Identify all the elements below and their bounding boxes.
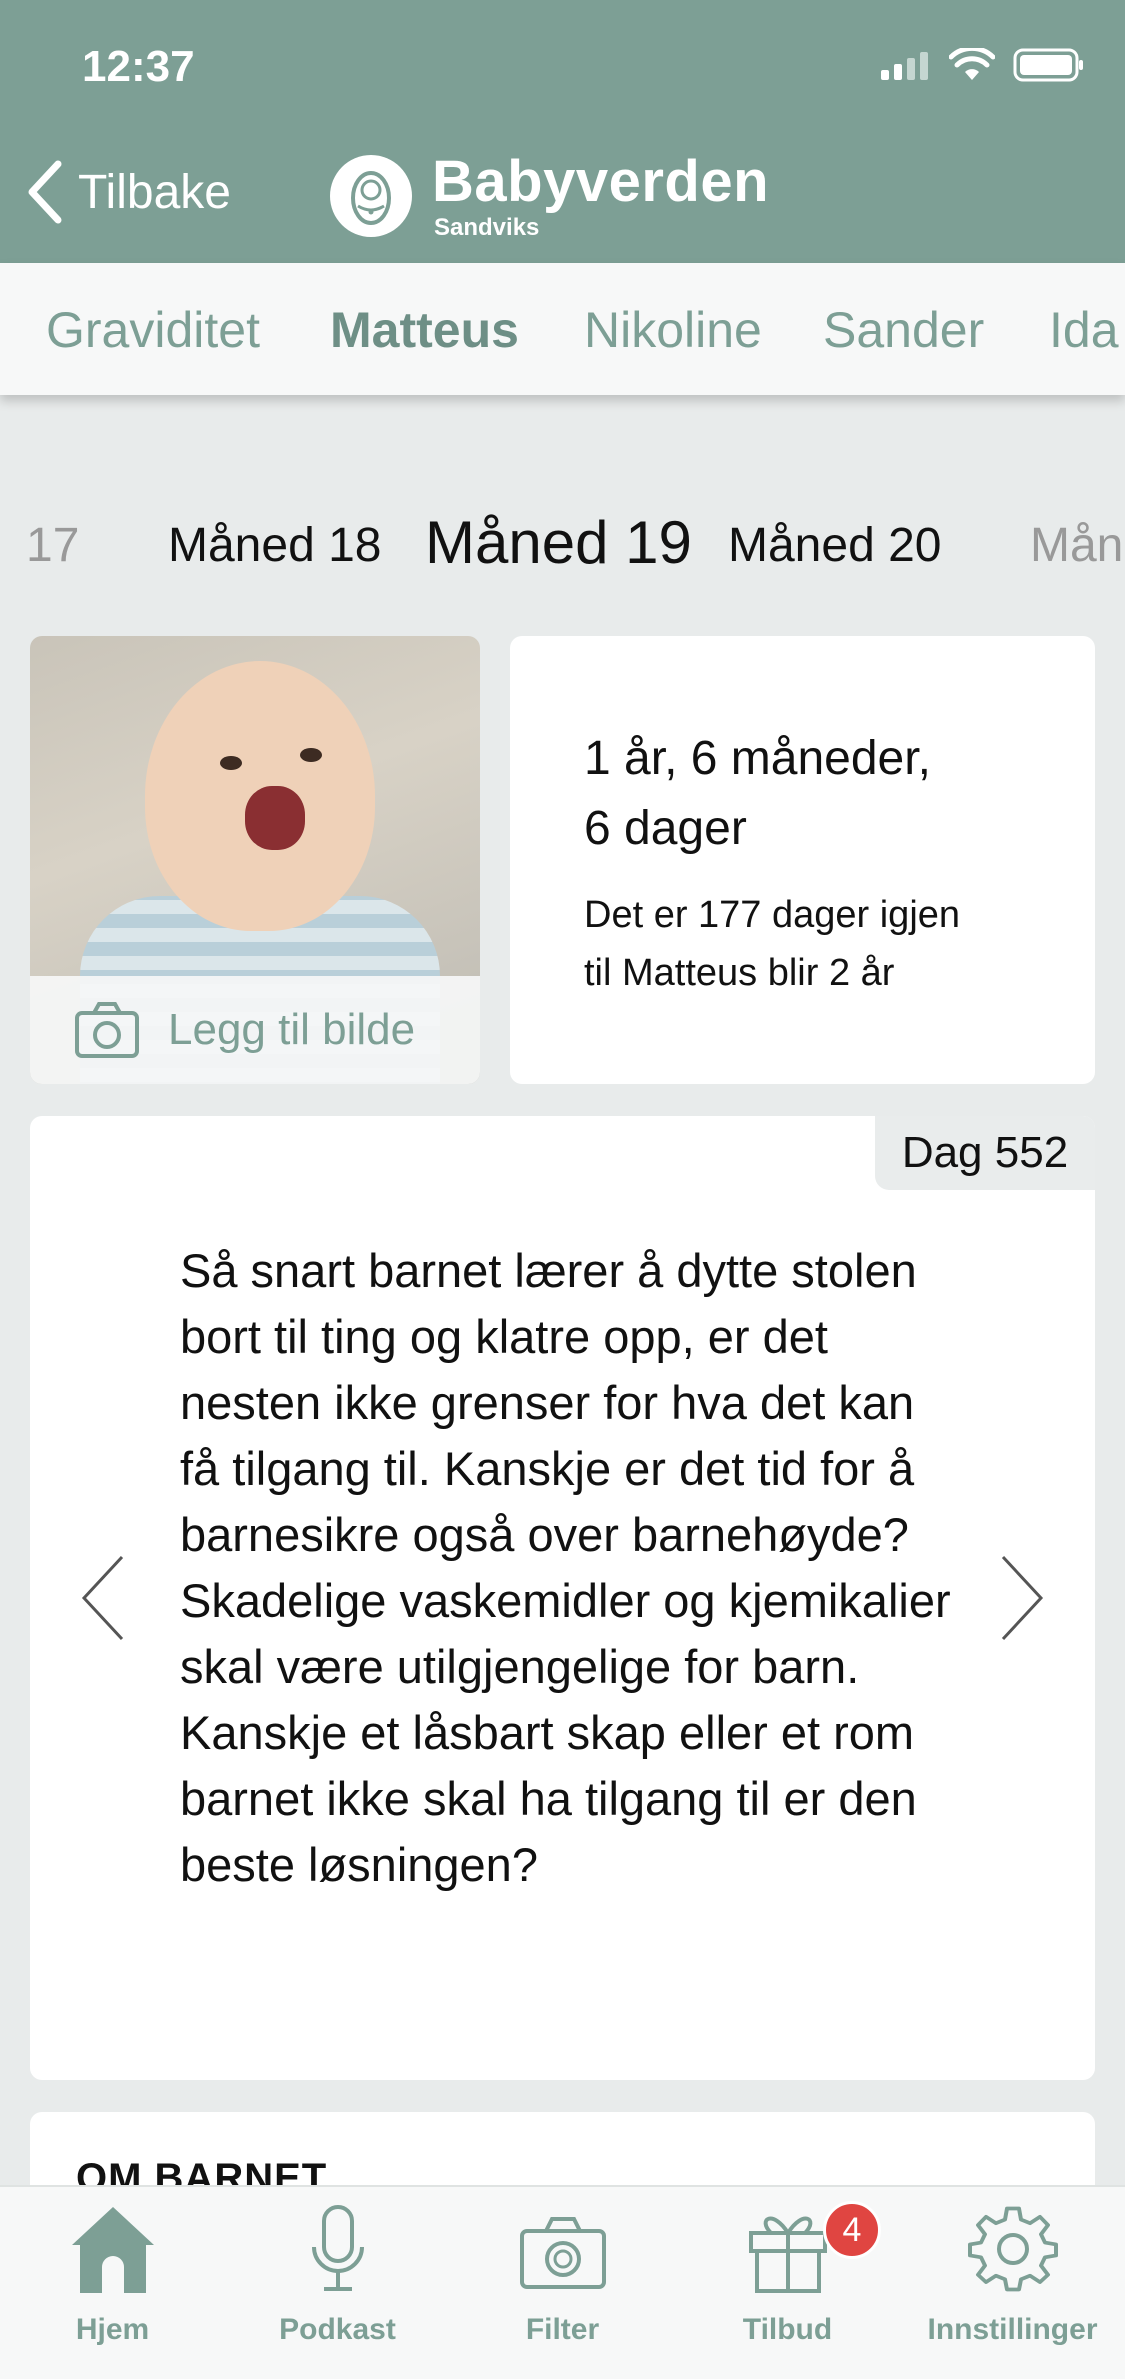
month-18[interactable]: Måned 18 (168, 518, 382, 573)
child-photo-card[interactable]: Legg til bilde (30, 636, 480, 1084)
tab-graviditet[interactable]: Graviditet (46, 301, 260, 359)
chevron-right-icon (1001, 1555, 1044, 1641)
age-line-1: 1 år, 6 måneder, (584, 732, 931, 785)
chevron-left-icon (28, 160, 62, 224)
age-line-2: 6 dager (584, 802, 747, 855)
countdown-line-1: Det er 177 dager igjen (584, 894, 961, 936)
brand-subtitle: Sandviks (434, 214, 540, 241)
tab-ida[interactable]: Ida (1049, 301, 1119, 359)
back-label: Tilbake (78, 165, 231, 219)
child-tabs: Graviditet Matteus Nikoline Sander Ida (0, 263, 1125, 395)
home-icon (71, 2207, 154, 2293)
nav-label: Filter (525, 2313, 600, 2346)
daily-tip-text: Så snart barnet lærer å dytte stolen bor… (180, 1244, 951, 1891)
nav-label: Podkast (279, 2313, 396, 2346)
tab-sander[interactable]: Sander (823, 301, 984, 359)
add-photo-label: Legg til bilde (168, 1005, 416, 1054)
tab-matteus[interactable]: Matteus (330, 301, 519, 359)
birthday-countdown: Det er 177 dager igjen til Matteus blir … (584, 886, 1044, 1002)
month-20[interactable]: Måned 20 (728, 518, 942, 573)
microphone-icon (311, 2205, 364, 2291)
offers-count-badge: 4 (823, 2201, 881, 2259)
age-text: 1 år, 6 måneder, 6 dager (584, 724, 1044, 864)
battery-icon (1013, 48, 1083, 82)
status-icons (879, 48, 1085, 82)
countdown-line-2: til Matteus blir 2 år (584, 952, 895, 994)
babyverden-logo-icon (330, 155, 412, 237)
nav-label: Tilbud (742, 2313, 833, 2346)
wifi-icon (949, 48, 995, 80)
next-day-button[interactable] (999, 1553, 1045, 1648)
month-21[interactable]: Mån (1030, 518, 1123, 573)
nav-label: Hjem (75, 2313, 150, 2346)
nav-filter[interactable]: Filter (450, 2187, 675, 2379)
previous-day-button[interactable] (80, 1553, 126, 1648)
month-17[interactable]: 17 (26, 518, 79, 573)
nav-label: Innstillinger (927, 2313, 1098, 2346)
day-badge: Dag 552 (875, 1116, 1095, 1190)
brand-title: Babyverden (432, 149, 770, 214)
nav-tilbud[interactable]: 4 Tilbud (675, 2187, 900, 2379)
status-time: 12:37 (82, 42, 195, 91)
age-card: 1 år, 6 måneder, 6 dager Det er 177 dage… (510, 636, 1095, 1084)
signal-icon (881, 52, 928, 80)
gift-icon (748, 2216, 827, 2293)
nav-hjem[interactable]: Hjem (0, 2187, 225, 2379)
camera-icon (75, 1002, 139, 1058)
bottom-navigation: Hjem Podkast Filter 4 Tilbud Innstilling… (0, 2185, 1125, 2379)
nav-innstillinger[interactable]: Innstillinger (900, 2187, 1125, 2379)
chevron-left-icon (81, 1555, 124, 1641)
month-19[interactable]: Måned 19 (425, 508, 692, 577)
add-photo-button[interactable]: Legg til bilde (30, 976, 480, 1084)
gear-icon (967, 2206, 1058, 2292)
month-selector: 17 Måned 18 Måned 19 Måned 20 Mån (0, 490, 1125, 600)
tab-nikoline[interactable]: Nikoline (584, 301, 762, 359)
nav-podkast[interactable]: Podkast (225, 2187, 450, 2379)
daily-tip-card: Dag 552 Så snart barnet lærer å dytte st… (30, 1116, 1095, 2080)
camera-icon (519, 2217, 606, 2289)
back-button[interactable]: Tilbake (24, 160, 231, 224)
app-header: 12:37 Tilbake Babyverden Sandviks (0, 0, 1125, 263)
